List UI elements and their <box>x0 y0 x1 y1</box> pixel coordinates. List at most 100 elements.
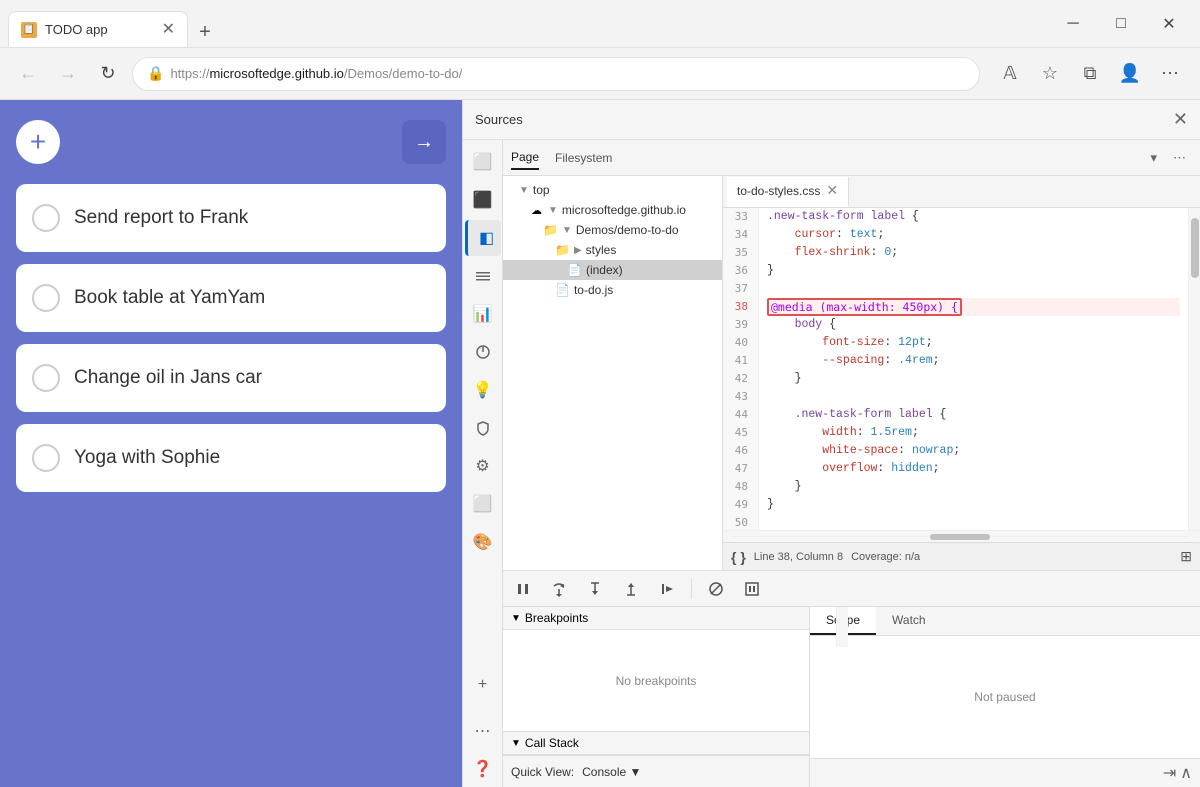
deactivate-button[interactable] <box>704 577 728 601</box>
sidebar-icon-sources[interactable]: ◧ <box>465 220 501 256</box>
sidebar-icon-device[interactable]: ⬜ <box>465 486 501 522</box>
tab-page[interactable]: Page <box>511 146 539 170</box>
quick-view-dropdown[interactable]: Console ▼ <box>582 765 641 779</box>
code-line-42: } <box>767 370 1180 388</box>
tree-item-todo-js[interactable]: 📄 to-do.js <box>503 280 722 300</box>
call-stack-arrow: ▼ <box>511 738 521 749</box>
line-num-36: 36 <box>723 262 752 280</box>
tree-item-domain[interactable]: ☁ ▼ microsoftedge.github.io <box>503 200 722 220</box>
tree-item-styles[interactable]: 📁 ▶ styles <box>503 240 722 260</box>
todo-item-2[interactable]: Book table at YamYam <box>16 264 446 332</box>
back-button[interactable]: ← <box>12 58 44 90</box>
code-panel: to-do-styles.css ✕ 33 34 <box>723 176 1200 570</box>
sidebar-icon-application[interactable]: 💡 <box>465 372 501 408</box>
breakpoints-scrollbar[interactable] <box>836 607 848 647</box>
sources-dropdown-button[interactable]: ▾ <box>1144 148 1163 168</box>
code-area: 33 34 35 36 37 38 39 40 41 <box>723 208 1188 530</box>
sidebar-icon-security[interactable] <box>465 410 501 446</box>
tree-item-top[interactable]: ▼ top <box>503 180 722 200</box>
h-scrollbar-thumb[interactable] <box>930 534 990 540</box>
more-button[interactable]: ⋯ <box>1152 56 1188 92</box>
breakpoints-content: No breakpoints <box>503 630 809 731</box>
code-line-45: width: 1.5rem; <box>767 424 1180 442</box>
debug-left: ▼ Breakpoints No breakpoints ▼ <box>503 607 810 787</box>
code-tab-styles[interactable]: to-do-styles.css ✕ <box>727 177 849 207</box>
todo-checkbox-3[interactable] <box>32 364 60 392</box>
curly-braces-icon[interactable]: { } <box>731 549 746 565</box>
breakpoints-header[interactable]: ▼ Breakpoints <box>503 607 809 630</box>
todo-item-1[interactable]: Send report to Frank <box>16 184 446 252</box>
line-num-38: 38 <box>723 298 752 316</box>
dont-pause-button[interactable] <box>740 577 764 601</box>
url-bar[interactable]: 🔒 https://microsoftedge.github.io/Demos/… <box>132 57 980 91</box>
line-num-49: 49 <box>723 496 752 514</box>
devtools-close-button[interactable]: ✕ <box>1169 105 1192 134</box>
sidebar-icon-settings[interactable]: ⚙ <box>465 448 501 484</box>
todo-text-1: Send report to Frank <box>74 207 248 229</box>
new-tab-button[interactable]: + <box>190 17 220 47</box>
folder-icon-styles: 📁 <box>555 243 570 257</box>
tab-title: TODO app <box>45 22 154 37</box>
tree-arrow-top: ▼ <box>519 185 529 196</box>
sidebar-icon-elements[interactable]: ⬜ <box>465 144 501 180</box>
sidebar-icon-console[interactable]: ⬛ <box>465 182 501 218</box>
sources-more-button[interactable]: ⋯ <box>1167 148 1192 168</box>
minimize-button[interactable]: ─ <box>1050 8 1096 40</box>
pause-button[interactable] <box>511 577 535 601</box>
devtools-bottom: ▼ Breakpoints No breakpoints ▼ <box>503 570 1200 787</box>
profile-button[interactable]: 👤 <box>1112 56 1148 92</box>
tree-arrow-domain: ▼ <box>548 205 558 216</box>
line-num-46: 46 <box>723 442 752 460</box>
status-dock-icon[interactable]: ⊞ <box>1180 548 1192 565</box>
active-tab[interactable]: 📋 TODO app ✕ <box>8 11 188 47</box>
tree-arrow-styles: ▶ <box>574 245 582 256</box>
browser-window: 📋 TODO app ✕ + ─ □ ✕ ← → ↻ 🔒 https://mic… <box>0 0 1200 787</box>
not-paused-label: Not paused <box>974 690 1035 704</box>
todo-add-button[interactable]: + <box>16 120 60 164</box>
sidebar-icon-memory[interactable] <box>465 334 501 370</box>
vertical-scrollbar[interactable] <box>1188 208 1200 530</box>
todo-item-3[interactable]: Change oil in Jans car <box>16 344 446 412</box>
sidebar-icon-help[interactable]: ❓ <box>465 751 501 787</box>
read-aloud-button[interactable]: 𝔸 <box>992 56 1028 92</box>
devtools-title: Sources <box>471 112 1165 127</box>
todo-item-4[interactable]: Yoga with Sophie <box>16 424 446 492</box>
horizontal-scrollbar[interactable] <box>723 530 1200 542</box>
tree-item-index[interactable]: 📄 (index) <box>503 260 722 280</box>
watch-tab[interactable]: Watch <box>876 607 942 635</box>
code-tab-close-button[interactable]: ✕ <box>826 182 838 199</box>
maximize-button[interactable]: □ <box>1098 8 1144 40</box>
step-out-button[interactable] <box>619 577 643 601</box>
line-num-43: 43 <box>723 388 752 406</box>
todo-nav-button[interactable]: → <box>402 120 446 164</box>
collections-button[interactable]: ⧉ <box>1072 56 1108 92</box>
todo-checkbox-1[interactable] <box>32 204 60 232</box>
close-button[interactable]: ✕ <box>1146 8 1192 40</box>
tab-bar: 📋 TODO app ✕ + <box>8 0 1050 47</box>
tree-item-demos[interactable]: 📁 ▼ Demos/demo-to-do <box>503 220 722 240</box>
tab-filesystem[interactable]: Filesystem <box>555 147 612 169</box>
todo-text-4: Yoga with Sophie <box>74 447 220 469</box>
scope-expand-icon[interactable]: ∧ <box>1180 763 1192 783</box>
step-into-button[interactable] <box>583 577 607 601</box>
todo-checkbox-2[interactable] <box>32 284 60 312</box>
debug-right: Scope Watch Not paused ⇥ ∧ <box>810 607 1200 787</box>
scope-content: Not paused <box>810 636 1200 758</box>
step-over-button[interactable] <box>547 577 571 601</box>
scope-action-icon[interactable]: ⇥ <box>1163 763 1176 783</box>
favorites-button[interactable]: ☆ <box>1032 56 1068 92</box>
sidebar-icon-performance[interactable]: 📊 <box>465 296 501 332</box>
tab-close-button[interactable]: ✕ <box>162 22 175 38</box>
tree-arrow-demos: ▼ <box>562 225 572 236</box>
todo-checkbox-4[interactable] <box>32 444 60 472</box>
sidebar-icon-network[interactable] <box>465 258 501 294</box>
continue-button[interactable] <box>655 577 679 601</box>
sidebar-icon-paint[interactable]: 🎨 <box>465 524 501 560</box>
scrollbar-thumb[interactable] <box>1191 218 1199 278</box>
call-stack-header[interactable]: ▼ Call Stack <box>503 731 809 755</box>
refresh-button[interactable]: ↻ <box>92 58 124 90</box>
sidebar-icon-more[interactable]: ⋯ <box>465 713 501 749</box>
code-tabs: to-do-styles.css ✕ <box>723 176 1200 208</box>
sidebar-icon-add[interactable]: + <box>465 667 501 703</box>
forward-button[interactable]: → <box>52 58 84 90</box>
